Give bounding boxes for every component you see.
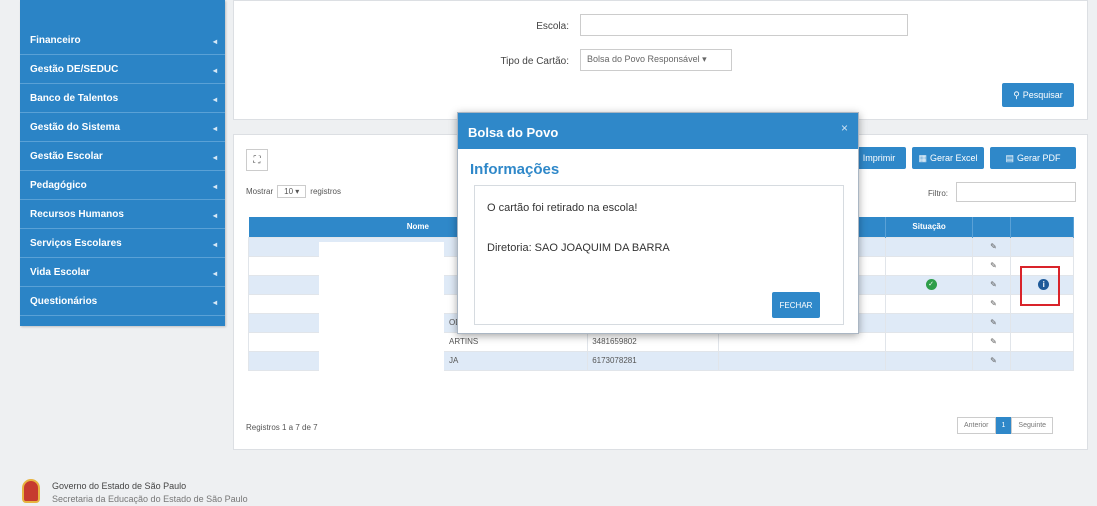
info-modal: Bolsa do Povo × Informações O cartão foi… (457, 112, 859, 334)
tipo-cartao-value: Bolsa do Povo Responsável (587, 54, 700, 64)
sidebar-item-label: Questionários (30, 295, 98, 307)
sidebar-item-gestao-do-sistema[interactable]: Gestão do Sistema ◂ (20, 113, 225, 142)
sidebar-menu: Financeiro ◂ Gestão DE/SEDUC ◂ Banco de Ta… (20, 0, 225, 326)
government-crest-icon (22, 479, 40, 503)
records-summary: Registros 1 a 7 de 7 (246, 423, 318, 432)
sidebar-item-label: Gestão DE/SEDUC (30, 63, 119, 75)
sidebar-item-label: Gestão Escolar (30, 150, 103, 162)
edit-icon[interactable]: ✎ (972, 350, 1011, 371)
document-icon: ▤ (1005, 152, 1014, 163)
edit-icon[interactable]: ✎ (972, 331, 1011, 352)
pagination-prev[interactable]: Anterior (957, 417, 996, 434)
close-modal-button[interactable]: FECHAR (772, 292, 820, 318)
sidebar-item-label: Serviços Escolares (30, 237, 122, 249)
caret-left-icon: ◂ (212, 37, 217, 46)
code-cell: 3481659802 (587, 331, 720, 352)
edit-icon[interactable]: ✎ (972, 255, 1011, 276)
sidebar-item-gestao-escolar[interactable]: Gestão Escolar ◂ (20, 142, 225, 171)
caret-down-icon: ▾ (295, 187, 300, 196)
filter-label: Filtro: (928, 189, 948, 198)
search-panel: Escola: Tipo de Cartão: Bolsa do Povo Re… (233, 0, 1088, 120)
page-size-select[interactable]: 10 ▾ (277, 185, 307, 198)
search-icon: ⚲ (1013, 89, 1020, 100)
sidebar-item-label: Vida Escolar (30, 266, 90, 278)
sidebar-item-label: Recursos Humanos (30, 208, 124, 220)
sidebar-item-label: Financeiro (30, 34, 81, 46)
print-button-label: Imprimir (862, 153, 896, 163)
sidebar-item-servicos-escolares[interactable]: Serviços Escolares ◂ (20, 229, 225, 258)
excel-button[interactable]: ▦ Gerar Excel (912, 147, 984, 169)
sidebar-item-label: Banco de Talentos (30, 92, 119, 104)
edit-icon[interactable]: ✎ (972, 312, 1011, 333)
caret-left-icon: ◂ (212, 95, 217, 104)
caret-left-icon: ◂ (212, 124, 217, 133)
pagination-current[interactable]: 1 (995, 417, 1012, 434)
edit-icon[interactable]: ✎ (972, 236, 1011, 257)
close-icon[interactable]: × (841, 121, 848, 135)
sidebar-item-pedagogico[interactable]: Pedagógico ◂ (20, 171, 225, 200)
tipo-cartao-label: Tipo de Cartão: (500, 56, 569, 67)
show-label: Mostrar (246, 187, 274, 196)
modal-content: O cartão foi retirado na escola! Diretor… (474, 185, 844, 325)
pdf-button-label: Gerar PDF (1017, 153, 1061, 163)
excel-button-label: Gerar Excel (930, 153, 978, 163)
print-button[interactable]: Imprimir (852, 147, 906, 169)
redacted-area (319, 242, 444, 402)
column-header-info[interactable] (1010, 217, 1075, 237)
footer-line1: Governo do Estado de São Paulo (52, 481, 187, 491)
page-size-control: Mostrar 10 ▾ registros (246, 185, 341, 198)
spreadsheet-icon: ▦ (918, 152, 927, 163)
caret-left-icon: ◂ (212, 298, 217, 307)
pagination: Anterior 1 Seguinte (957, 417, 1054, 434)
caret-left-icon: ◂ (212, 211, 217, 220)
modal-title: Bolsa do Povo (458, 113, 858, 149)
column-header-situation-label: Situação (912, 222, 946, 232)
sidebar-item-label: Pedagógico (30, 179, 87, 191)
edit-icon[interactable]: ✎ (972, 293, 1011, 314)
edit-icon[interactable]: ✎ (972, 274, 1011, 295)
code-cell: 6173078281 (587, 350, 720, 371)
caret-down-icon: ▾ (702, 54, 707, 64)
escola-label: Escola: (536, 21, 569, 32)
caret-left-icon: ◂ (212, 269, 217, 278)
sidebar-item-questionarios[interactable]: Questionários ◂ (20, 287, 225, 316)
check-circle-icon: ✓ (925, 279, 937, 290)
records-label: registros (310, 187, 341, 196)
sidebar-item-recursos-humanos[interactable]: Recursos Humanos ◂ (20, 200, 225, 229)
sidebar-item-vida-escolar[interactable]: Vida Escolar ◂ (20, 258, 225, 287)
expand-icon[interactable]: ⛶ (246, 149, 268, 171)
column-header-edit[interactable] (972, 217, 1011, 237)
column-header-situation[interactable]: Situação (885, 217, 974, 237)
caret-left-icon: ◂ (212, 182, 217, 191)
modal-subtitle: Informações (470, 161, 560, 178)
sidebar-item-financeiro[interactable]: Financeiro ◂ (20, 26, 225, 55)
pdf-button[interactable]: ▤ Gerar PDF (990, 147, 1076, 169)
caret-left-icon: ◂ (212, 66, 217, 75)
filter-input[interactable] (956, 182, 1076, 202)
highlight-box (1020, 266, 1060, 306)
sidebar-item-banco-de-talentos[interactable]: Banco de Talentos ◂ (20, 84, 225, 113)
sidebar-item-gestao-de-seduc[interactable]: Gestão DE/SEDUC ◂ (20, 55, 225, 84)
search-button[interactable]: ⚲ Pesquisar (1002, 83, 1074, 107)
caret-left-icon: ◂ (212, 240, 217, 249)
search-button-label: Pesquisar (1022, 90, 1063, 100)
escola-input[interactable] (580, 14, 908, 36)
tipo-cartao-select[interactable]: Bolsa do Povo Responsável ▾ (580, 49, 732, 71)
footer-line2: Secretaria da Educação do Estado de São … (52, 494, 248, 504)
page-size-value: 10 (284, 187, 294, 196)
sidebar-item-label: Gestão do Sistema (30, 121, 121, 133)
modal-diretoria: Diretoria: SAO JOAQUIM DA BARRA (487, 242, 670, 254)
modal-message: O cartão foi retirado na escola! (487, 202, 638, 214)
pagination-next[interactable]: Seguinte (1011, 417, 1054, 434)
caret-left-icon: ◂ (212, 153, 217, 162)
